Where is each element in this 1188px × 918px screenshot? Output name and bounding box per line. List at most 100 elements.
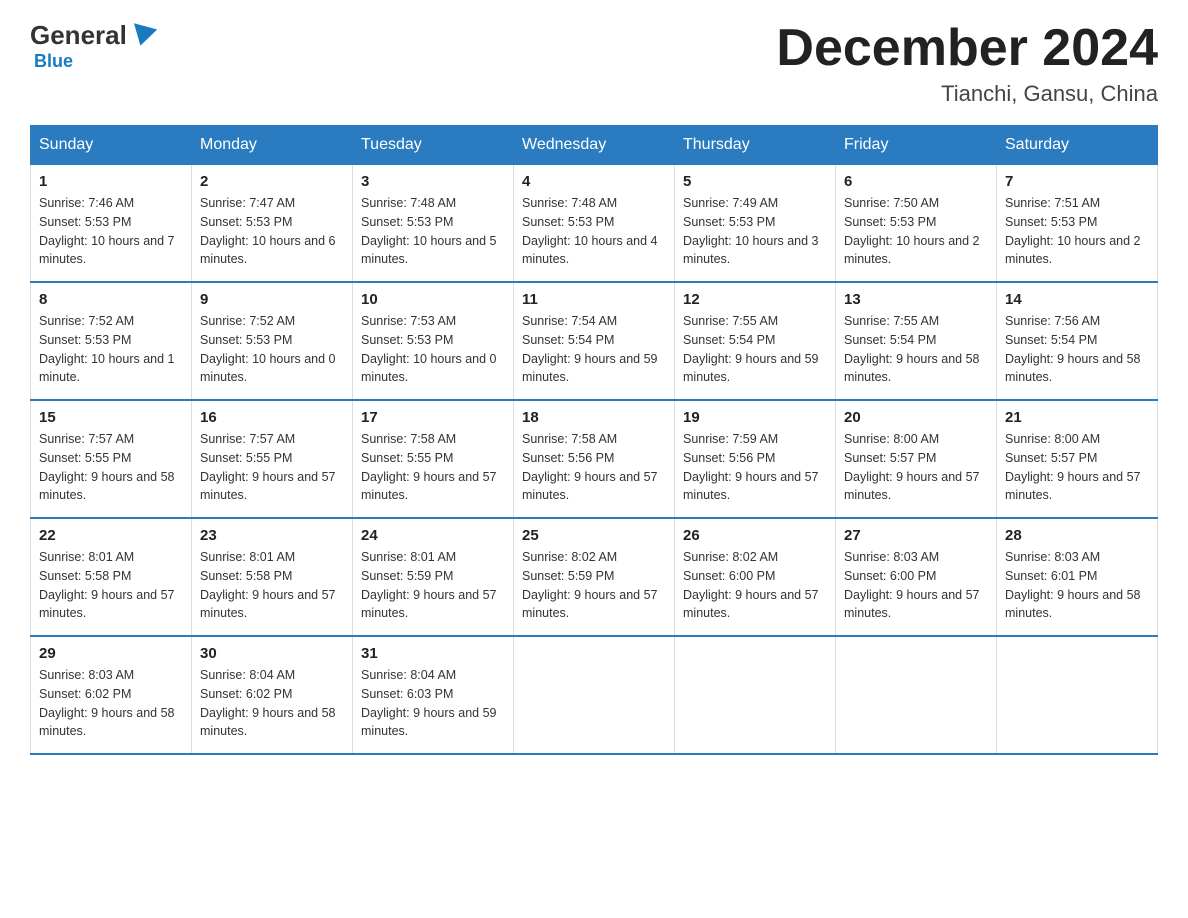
day-info: Sunrise: 8:03 AMSunset: 6:02 PMDaylight:…: [39, 666, 183, 741]
day-info: Sunrise: 8:02 AMSunset: 5:59 PMDaylight:…: [522, 548, 666, 623]
table-row: 23 Sunrise: 8:01 AMSunset: 5:58 PMDayligh…: [192, 518, 353, 636]
day-number: 23: [200, 527, 344, 544]
day-info: Sunrise: 8:04 AMSunset: 6:02 PMDaylight:…: [200, 666, 344, 741]
col-tuesday: Tuesday: [353, 126, 514, 165]
day-number: 3: [361, 173, 505, 190]
day-number: 16: [200, 409, 344, 426]
calendar-week-row: 29 Sunrise: 8:03 AMSunset: 6:02 PMDayligh…: [31, 636, 1158, 754]
day-info: Sunrise: 7:55 AMSunset: 5:54 PMDaylight:…: [844, 312, 988, 387]
calendar-week-row: 1Sunrise: 7:46 AMSunset: 5:53 PMDaylight…: [31, 165, 1158, 283]
logo-blue-text: Blue: [34, 51, 73, 72]
day-number: 17: [361, 409, 505, 426]
day-info: Sunrise: 7:57 AMSunset: 5:55 PMDaylight:…: [200, 430, 344, 505]
day-info: Sunrise: 8:00 AMSunset: 5:57 PMDaylight:…: [1005, 430, 1149, 505]
day-number: 13: [844, 291, 988, 308]
table-row: [675, 636, 836, 754]
day-info: Sunrise: 7:55 AMSunset: 5:54 PMDaylight:…: [683, 312, 827, 387]
page-header: General Blue December 2024 Tianchi, Gans…: [30, 20, 1158, 107]
table-row: 27 Sunrise: 8:03 AMSunset: 6:00 PMDayligh…: [836, 518, 997, 636]
table-row: [836, 636, 997, 754]
day-info: Sunrise: 7:49 AMSunset: 5:53 PMDaylight:…: [683, 194, 827, 269]
day-info: Sunrise: 8:03 AMSunset: 6:00 PMDaylight:…: [844, 548, 988, 623]
table-row: 10Sunrise: 7:53 AMSunset: 5:53 PMDayligh…: [353, 282, 514, 400]
logo-general: General: [30, 20, 127, 51]
table-row: 24 Sunrise: 8:01 AMSunset: 5:59 PMDayligh…: [353, 518, 514, 636]
day-info: Sunrise: 7:58 AMSunset: 5:55 PMDaylight:…: [361, 430, 505, 505]
day-info: Sunrise: 7:50 AMSunset: 5:53 PMDaylight:…: [844, 194, 988, 269]
table-row: 26 Sunrise: 8:02 AMSunset: 6:00 PMDayligh…: [675, 518, 836, 636]
day-info: Sunrise: 7:52 AMSunset: 5:53 PMDaylight:…: [200, 312, 344, 387]
day-number: 1: [39, 173, 183, 190]
day-number: 9: [200, 291, 344, 308]
day-info: Sunrise: 8:02 AMSunset: 6:00 PMDaylight:…: [683, 548, 827, 623]
col-sunday: Sunday: [31, 126, 192, 165]
table-row: 3 Sunrise: 7:48 AMSunset: 5:53 PMDaylight…: [353, 165, 514, 283]
day-info: Sunrise: 7:48 AMSunset: 5:53 PMDaylight:…: [522, 194, 666, 269]
day-number: 27: [844, 527, 988, 544]
logo: General Blue: [30, 20, 159, 72]
table-row: 2 Sunrise: 7:47 AMSunset: 5:53 PMDaylight…: [192, 165, 353, 283]
day-number: 28: [1005, 527, 1149, 544]
day-info: Sunrise: 7:47 AMSunset: 5:53 PMDaylight:…: [200, 194, 344, 269]
calendar-week-row: 22 Sunrise: 8:01 AMSunset: 5:58 PMDayligh…: [31, 518, 1158, 636]
table-row: 13 Sunrise: 7:55 AMSunset: 5:54 PMDayligh…: [836, 282, 997, 400]
table-row: 6 Sunrise: 7:50 AMSunset: 5:53 PMDaylight…: [836, 165, 997, 283]
table-row: 30Sunrise: 8:04 AMSunset: 6:02 PMDayligh…: [192, 636, 353, 754]
calendar-header-row: Sunday Monday Tuesday Wednesday Thursday…: [31, 126, 1158, 165]
day-number: 14: [1005, 291, 1149, 308]
day-info: Sunrise: 7:52 AMSunset: 5:53 PMDaylight:…: [39, 312, 183, 387]
table-row: 25Sunrise: 8:02 AMSunset: 5:59 PMDayligh…: [514, 518, 675, 636]
table-row: 31Sunrise: 8:04 AMSunset: 6:03 PMDayligh…: [353, 636, 514, 754]
table-row: 1Sunrise: 7:46 AMSunset: 5:53 PMDaylight…: [31, 165, 192, 283]
day-number: 24: [361, 527, 505, 544]
day-info: Sunrise: 8:03 AMSunset: 6:01 PMDaylight:…: [1005, 548, 1149, 623]
day-info: Sunrise: 7:54 AMSunset: 5:54 PMDaylight:…: [522, 312, 666, 387]
day-number: 20: [844, 409, 988, 426]
col-saturday: Saturday: [997, 126, 1158, 165]
day-number: 29: [39, 645, 183, 662]
day-info: Sunrise: 8:01 AMSunset: 5:58 PMDaylight:…: [39, 548, 183, 623]
table-row: 28 Sunrise: 8:03 AMSunset: 6:01 PMDayligh…: [997, 518, 1158, 636]
day-info: Sunrise: 7:48 AMSunset: 5:53 PMDaylight:…: [361, 194, 505, 269]
table-row: 17 Sunrise: 7:58 AMSunset: 5:55 PMDayligh…: [353, 400, 514, 518]
day-number: 7: [1005, 173, 1149, 190]
location-title: Tianchi, Gansu, China: [776, 81, 1158, 107]
day-info: Sunrise: 8:00 AMSunset: 5:57 PMDaylight:…: [844, 430, 988, 505]
table-row: 19 Sunrise: 7:59 AMSunset: 5:56 PMDayligh…: [675, 400, 836, 518]
col-thursday: Thursday: [675, 126, 836, 165]
table-row: [997, 636, 1158, 754]
table-row: 14Sunrise: 7:56 AMSunset: 5:54 PMDayligh…: [997, 282, 1158, 400]
day-number: 8: [39, 291, 183, 308]
table-row: 15Sunrise: 7:57 AMSunset: 5:55 PMDayligh…: [31, 400, 192, 518]
calendar-week-row: 15 Sunrise: 7:57 AMSunset: 5:55 PMDayligh…: [31, 400, 1158, 518]
table-row: 9 Sunrise: 7:52 AMSunset: 5:53 PMDaylight…: [192, 282, 353, 400]
table-row: 12 Sunrise: 7:55 AMSunset: 5:54 PMDayligh…: [675, 282, 836, 400]
day-info: Sunrise: 7:59 AMSunset: 5:56 PMDaylight:…: [683, 430, 827, 505]
day-number: 2: [200, 173, 344, 190]
table-row: 20 Sunrise: 8:00 AMSunset: 5:57 PMDayligh…: [836, 400, 997, 518]
day-number: 12: [683, 291, 827, 308]
calendar-table: Sunday Monday Tuesday Wednesday Thursday…: [30, 125, 1158, 755]
table-row: 22 Sunrise: 8:01 AMSunset: 5:58 PMDayligh…: [31, 518, 192, 636]
day-number: 21: [1005, 409, 1149, 426]
table-row: 21 Sunrise: 8:00 AMSunset: 5:57 PMDayligh…: [997, 400, 1158, 518]
col-friday: Friday: [836, 126, 997, 165]
table-row: 29 Sunrise: 8:03 AMSunset: 6:02 PMDayligh…: [31, 636, 192, 754]
table-row: 16 Sunrise: 7:57 AMSunset: 5:55 PMDayligh…: [192, 400, 353, 518]
table-row: 7Sunrise: 7:51 AMSunset: 5:53 PMDaylight…: [997, 165, 1158, 283]
day-info: Sunrise: 7:53 AMSunset: 5:53 PMDaylight:…: [361, 312, 505, 387]
day-info: Sunrise: 8:01 AMSunset: 5:58 PMDaylight:…: [200, 548, 344, 623]
table-row: [514, 636, 675, 754]
day-number: 6: [844, 173, 988, 190]
day-number: 15: [39, 409, 183, 426]
day-number: 22: [39, 527, 183, 544]
day-info: Sunrise: 8:01 AMSunset: 5:59 PMDaylight:…: [361, 548, 505, 623]
table-row: 8 Sunrise: 7:52 AMSunset: 5:53 PMDaylight…: [31, 282, 192, 400]
day-number: 18: [522, 409, 666, 426]
col-monday: Monday: [192, 126, 353, 165]
day-number: 19: [683, 409, 827, 426]
table-row: 18Sunrise: 7:58 AMSunset: 5:56 PMDayligh…: [514, 400, 675, 518]
table-row: 5Sunrise: 7:49 AMSunset: 5:53 PMDaylight…: [675, 165, 836, 283]
day-number: 26: [683, 527, 827, 544]
title-section: December 2024 Tianchi, Gansu, China: [776, 20, 1158, 107]
